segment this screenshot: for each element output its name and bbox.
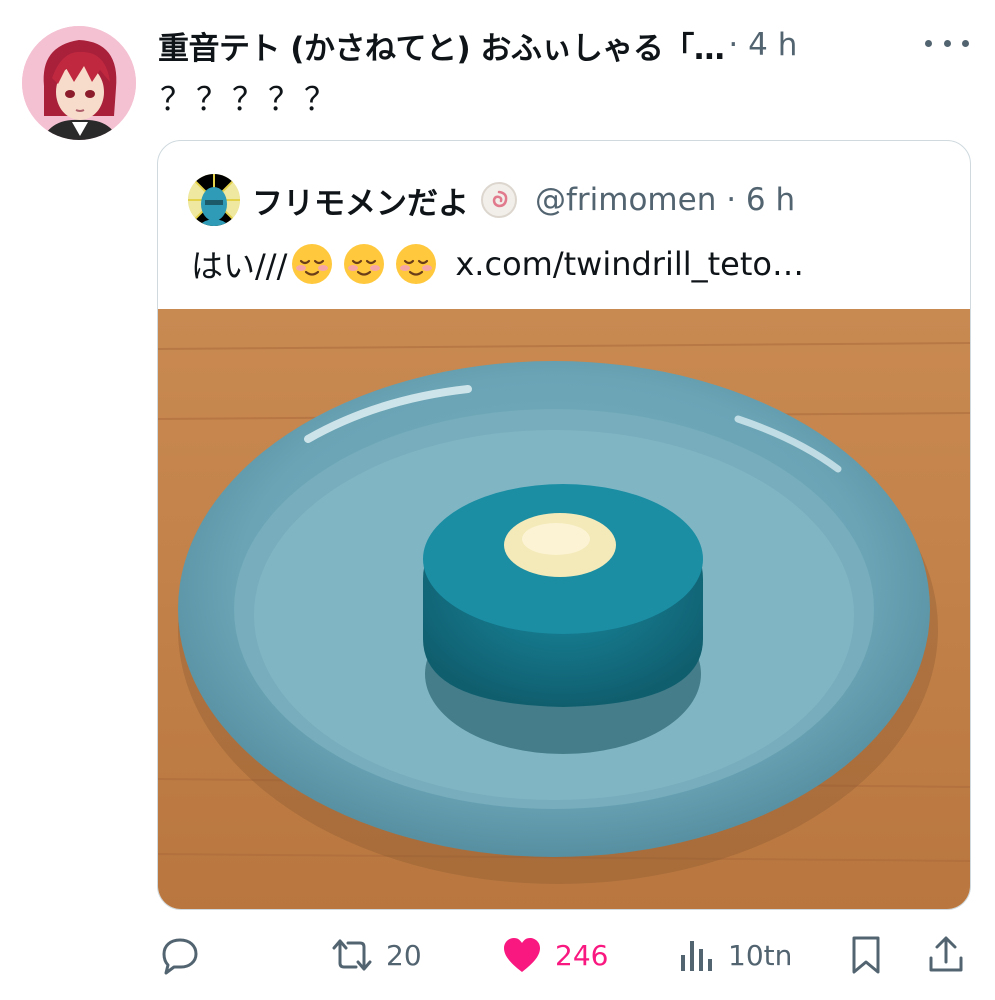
smiling-face-emoji-icon	[396, 244, 437, 284]
reply-button[interactable]	[160, 925, 200, 985]
quoted-tweet-card[interactable]: フリモメンだよ @frimomen · 6 h はい/// x.com/twin…	[157, 140, 971, 910]
retweet-icon	[332, 939, 372, 971]
quoted-tweet-header: フリモメンだよ @frimomen · 6 h	[188, 174, 950, 226]
quoted-author-avatar[interactable]	[188, 174, 240, 226]
more-options-icon[interactable]	[925, 28, 969, 58]
quoted-tweet-link[interactable]: x.com/twindrill_teto…	[455, 245, 804, 283]
views-chart-icon	[681, 941, 712, 971]
tweet-time[interactable]: · 4 h	[728, 27, 797, 63]
quoted-author-name[interactable]: フリモメンだよ	[252, 178, 469, 223]
tweet-header: 重音テト (かさねてと) おふぃしゃる「… · 4 h	[158, 20, 905, 70]
retweet-button[interactable]: 20	[330, 925, 422, 985]
quoted-tweet-text: はい/// x.com/twindrill_teto…	[191, 241, 804, 287]
author-name[interactable]: 重音テト (かさねてと) おふぃしゃる「…	[158, 23, 725, 68]
smiling-face-emoji-icon	[344, 244, 385, 284]
heart-icon	[504, 938, 540, 972]
views-button[interactable]: 10tn	[676, 925, 792, 985]
quoted-text-prefix: はい///	[191, 247, 288, 285]
like-count: 246	[555, 938, 609, 972]
view-count: 10tn	[728, 938, 793, 972]
tweet-text: ？？？？？	[160, 80, 341, 118]
narutomaki-badge-icon	[481, 182, 517, 218]
retweet-count: 20	[386, 938, 422, 972]
reply-icon	[162, 938, 198, 975]
quoted-author-handle[interactable]: @frimomen · 6 h	[535, 182, 795, 218]
tweet[interactable]: 重音テト (かさねてと) おふぃしゃる「… · 4 h ？？？？？ フリモメンだ…	[0, 0, 995, 1000]
quoted-tweet-photo[interactable]	[158, 309, 971, 910]
tweet-actions: 20 246 10tn	[158, 925, 970, 985]
like-button[interactable]: 246	[501, 925, 608, 985]
bookmark-button[interactable]	[848, 925, 884, 985]
share-icon	[929, 936, 963, 972]
author-avatar[interactable]	[22, 26, 136, 140]
share-button[interactable]	[926, 925, 966, 985]
bookmark-icon	[852, 936, 880, 974]
smiling-face-emoji-icon	[292, 244, 333, 284]
